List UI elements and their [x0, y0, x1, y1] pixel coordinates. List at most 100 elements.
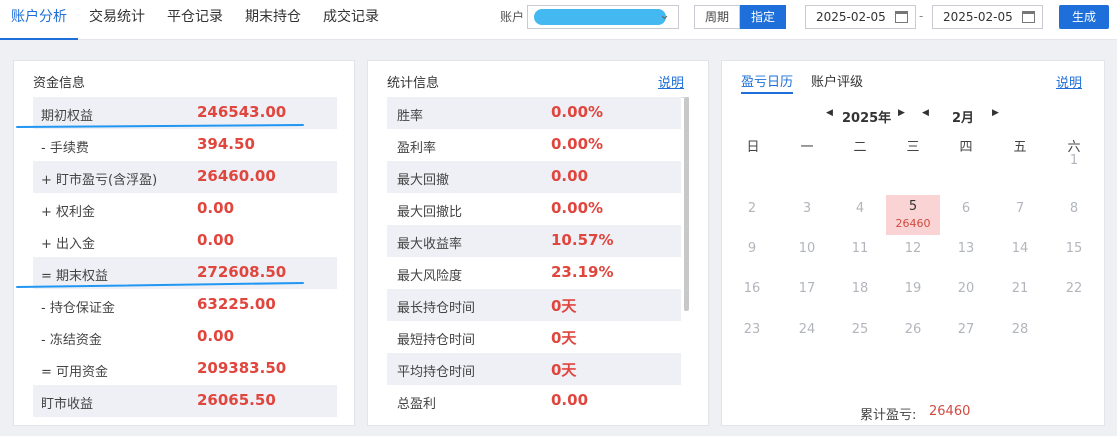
calendar-day[interactable]: 2 — [725, 195, 779, 235]
funds-row: + 盯市盈亏(含浮盈) 26460.00 — [33, 161, 337, 193]
calendar-day[interactable]: 13 — [939, 235, 993, 275]
calendar-icon[interactable] — [1022, 11, 1035, 23]
funds-row: - 冻结资金 0.00 — [33, 321, 337, 353]
stats-row-value: 0天 — [551, 329, 577, 347]
cumulative-pnl-label: 累计盈亏: — [860, 408, 917, 423]
calendar-day[interactable]: 9 — [725, 235, 779, 275]
calendar-day-number: 26 — [904, 322, 922, 337]
calendar-day-number: 22 — [1065, 281, 1083, 296]
calendar-day[interactable]: 12 — [886, 235, 940, 275]
tab-account-rating[interactable]: 账户评级 — [811, 71, 863, 90]
funds-row: + 权利金 0.00 — [33, 193, 337, 225]
calendar-day[interactable]: 14 — [993, 235, 1047, 275]
end-date-input[interactable]: 2025-02-05 — [932, 5, 1043, 29]
calendar-day[interactable]: 8 — [1047, 195, 1101, 235]
calendar-day[interactable]: 4 — [833, 195, 887, 235]
calendar-day[interactable]: 23 — [725, 316, 779, 356]
funds-row-label: 盯市收益 — [41, 397, 94, 412]
calendar-day[interactable]: 16 — [725, 275, 779, 315]
specified-button[interactable]: 指定 — [740, 5, 787, 29]
account-select[interactable]: ⌄ — [527, 5, 679, 29]
calendar-icon[interactable] — [895, 11, 908, 23]
funds-row-label: - 持仓保证金 — [41, 301, 115, 316]
calendar-day-number: 4 — [855, 201, 865, 216]
calendar-day-pnl: 26460 — [895, 217, 931, 230]
funds-title: 资金信息 — [33, 76, 86, 91]
calendar-day[interactable]: 20 — [939, 275, 993, 315]
calendar-day[interactable]: 21 — [993, 275, 1047, 315]
tab-account-analysis[interactable]: 账户分析 — [0, 0, 78, 40]
calendar-day[interactable]: 26 — [886, 316, 940, 356]
stats-title: 统计信息 — [387, 76, 440, 91]
tab-end-positions[interactable]: 期末持仓 — [234, 0, 312, 40]
stats-row-label: 最短持仓时间 — [397, 333, 476, 348]
calendar-day[interactable]: 5 26460 — [886, 195, 940, 235]
stats-row: 最大回撤 0.00 — [387, 161, 681, 193]
calendar-day-number: 1 — [1069, 153, 1079, 168]
calendar-day[interactable]: 6 — [939, 195, 993, 235]
calendar-day[interactable]: 7 — [993, 195, 1047, 235]
stats-row: 总盈利 0.00 — [387, 385, 681, 417]
funds-row: - 持仓保证金 63225.00 — [33, 289, 337, 321]
funds-row-value: 26065.50 — [197, 391, 276, 409]
calendar-day-number: 20 — [957, 281, 975, 296]
stats-row-label: 最大回撤 — [397, 173, 450, 188]
next-month-icon[interactable]: ▶ — [992, 108, 999, 118]
calendar-explain-link[interactable]: 说明 — [1056, 72, 1082, 91]
chevron-down-icon[interactable]: ⌄ — [659, 8, 670, 23]
calendar-day[interactable]: 27 — [939, 316, 993, 356]
stats-row-value: 0.00% — [551, 135, 604, 153]
funds-row-value: 246543.00 — [197, 103, 287, 121]
weekday-label: 二 — [853, 140, 867, 155]
calendar-day[interactable]: 3 — [780, 195, 834, 235]
stats-scrollbar[interactable] — [684, 97, 689, 311]
weekday-label: 三 — [906, 140, 920, 155]
stats-row-value: 0.00% — [551, 103, 604, 121]
tab-fill-records[interactable]: 成交记录 — [312, 0, 390, 40]
calendar-day[interactable]: 18 — [833, 275, 887, 315]
stats-row-value: 10.57% — [551, 231, 614, 249]
tab-bar: 账户分析 交易统计 平仓记录 期末持仓 成交记录 — [0, 0, 390, 40]
calendar-day[interactable]: 15 — [1047, 235, 1101, 275]
funds-row-label: - 冻结资金 — [41, 333, 102, 348]
prev-month-icon[interactable]: ◀ — [922, 108, 929, 118]
funds-panel: 资金信息 期初权益 246543.00 - 手续费 394.50 + 盯市盈亏(… — [13, 60, 355, 426]
start-date-input[interactable]: 2025-02-05 — [805, 5, 916, 29]
stats-row-value: 23.19% — [551, 263, 614, 281]
calendar-day[interactable]: 24 — [780, 316, 834, 356]
tab-pnl-calendar[interactable]: 盈亏日历 — [741, 71, 794, 94]
prev-year-icon[interactable]: ◀ — [826, 108, 833, 118]
stats-row: 盈利率 0.00% — [387, 129, 681, 161]
calendar-day-number: 13 — [957, 241, 975, 256]
cycle-button[interactable]: 周期 — [694, 5, 741, 29]
next-year-icon[interactable]: ▶ — [898, 108, 905, 118]
stats-row-value: 0天 — [551, 297, 577, 315]
calendar-day[interactable]: 11 — [833, 235, 887, 275]
stats-explain-link[interactable]: 说明 — [658, 72, 684, 91]
generate-button[interactable]: 生成 — [1059, 5, 1109, 29]
calendar-day[interactable]: 10 — [780, 235, 834, 275]
stats-row-value: 0.00 — [551, 167, 589, 185]
calendar-day[interactable]: 22 — [1047, 275, 1101, 315]
tab-trade-stats[interactable]: 交易统计 — [78, 0, 156, 40]
stats-row-label: 总盈利 — [397, 397, 437, 412]
funds-row-label: = 期末权益 — [41, 269, 109, 284]
calendar-day[interactable]: 1 — [1047, 147, 1101, 187]
calendar-day-number: 12 — [904, 241, 922, 256]
calendar-day[interactable]: 28 — [993, 316, 1047, 356]
funds-row-value: 0.00 — [197, 327, 235, 345]
funds-row: = 可用资金 209383.50 — [33, 353, 337, 385]
funds-row-label: = 可用资金 — [41, 365, 109, 380]
calendar-day-number: 21 — [1011, 281, 1029, 296]
stats-row-label: 最大收益率 — [397, 237, 463, 252]
weekday-label: 四 — [959, 140, 973, 155]
calendar-day[interactable]: 19 — [886, 275, 940, 315]
funds-row: - 手续费 394.50 — [33, 129, 337, 161]
calendar-day[interactable]: 25 — [833, 316, 887, 356]
calendar-day-number: 2 — [747, 201, 757, 216]
calendar-day-number: 11 — [851, 241, 869, 256]
calendar-day[interactable]: 17 — [780, 275, 834, 315]
tab-close-records[interactable]: 平仓记录 — [156, 0, 234, 40]
calendar-day-number: 17 — [798, 281, 816, 296]
stats-row-label: 最大回撤比 — [397, 205, 463, 220]
